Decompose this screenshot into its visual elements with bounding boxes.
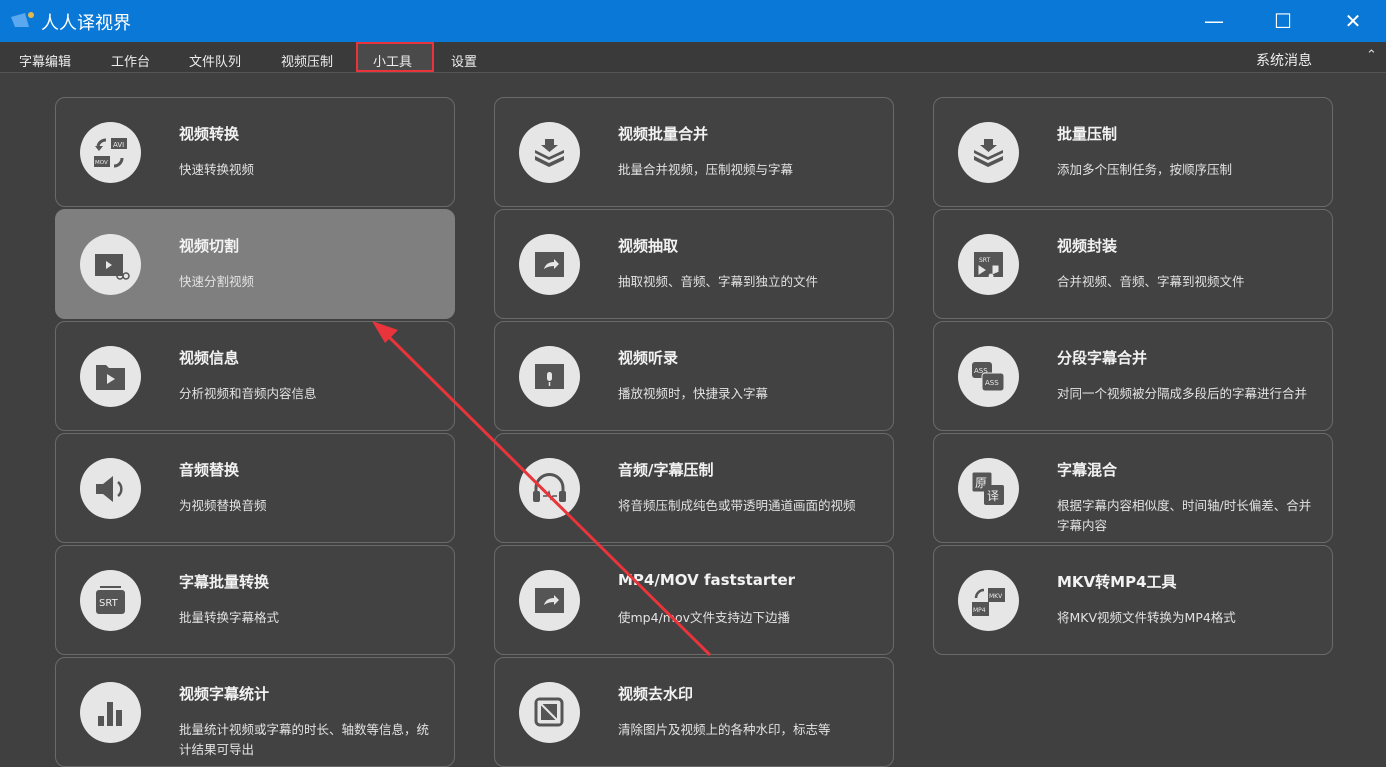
tool-card[interactable]: 视频抽取 抽取视频、音频、字幕到独立的文件 — [494, 209, 894, 319]
tool-description: 为视频替换音频 — [179, 498, 267, 513]
tool-description: 将MKV视频文件转换为MP4格式 — [1057, 610, 1236, 625]
tool-description: 将音频压制成纯色或带透明通道画面的视频 — [618, 498, 856, 513]
translate-icon: 原译 — [958, 458, 1019, 519]
mic-icon — [519, 346, 580, 407]
tool-description: 播放视频时，快捷录入字幕 — [618, 386, 769, 401]
tool-title: 视频听录 — [618, 349, 679, 367]
svg-text:MP4: MP4 — [973, 607, 986, 614]
tool-title: MP4/MOV faststarter — [618, 571, 796, 589]
svg-text:SRT: SRT — [979, 257, 991, 264]
app-logo-icon — [11, 12, 34, 27]
tool-title: 字幕批量转换 — [179, 573, 270, 591]
collapse-icon[interactable]: ⌃ — [1366, 48, 1377, 63]
tool-card[interactable]: 视频听录 播放视频时，快捷录入字幕 — [494, 321, 894, 431]
tab-video-compress[interactable]: 视频压制 — [281, 51, 333, 70]
close-button[interactable]: ✕ — [1338, 8, 1368, 34]
tool-card[interactable]: SRT 视频封装 合并视频、音频、字幕到视频文件 — [933, 209, 1333, 319]
system-messages-button[interactable]: 系统消息 — [1256, 50, 1312, 70]
tool-card[interactable]: 视频信息 分析视频和音频内容信息 — [55, 321, 455, 431]
tool-card[interactable]: 音频/字幕压制 将音频压制成纯色或带透明通道画面的视频 — [494, 433, 894, 543]
tool-card[interactable]: 视频批量合并 批量合并视频，压制视频与字幕 — [494, 97, 894, 207]
tool-card[interactable]: MP4/MOV faststarter 使mp4/mov文件支持边下边播 — [494, 545, 894, 655]
tab-workbench[interactable]: 工作台 — [111, 51, 150, 70]
tool-description: 合并视频、音频、字幕到视频文件 — [1057, 274, 1245, 289]
tool-description: 分析视频和音频内容信息 — [179, 386, 317, 401]
package-icon: SRT — [958, 234, 1019, 295]
watermark-icon — [519, 682, 580, 743]
maximize-button[interactable]: ☐ — [1268, 8, 1298, 34]
tool-title: 分段字幕合并 — [1057, 349, 1148, 367]
tool-description: 添加多个压制任务，按顺序压制 — [1057, 162, 1233, 177]
tool-description: 快速分割视频 — [179, 274, 255, 289]
convert-icon: AVI MOV — [80, 122, 141, 183]
bar-chart-icon — [80, 682, 141, 743]
tool-title: 视频封装 — [1057, 237, 1118, 255]
tool-title: 视频信息 — [179, 349, 240, 367]
video-extract-icon — [519, 570, 580, 631]
tool-card[interactable]: 音频替换 为视频替换音频 — [55, 433, 455, 543]
tool-card[interactable]: 原译 字幕混合 根据字幕内容相似度、时间轴/时长偏差、合并字幕内容 — [933, 433, 1333, 543]
tool-description: 使mp4/mov文件支持边下边播 — [618, 610, 790, 625]
tool-card[interactable]: 视频切割 快速分割视频 — [55, 209, 455, 319]
srt-icon: SRT — [80, 570, 141, 631]
mkv-mp4-icon: MKV MP4 — [958, 570, 1019, 631]
title-bar: 人人译视界 — ☐ ✕ — [0, 0, 1386, 42]
tool-title: 音频/字幕压制 — [618, 461, 714, 479]
svg-text:SRT: SRT — [99, 598, 119, 609]
video-extract-icon — [519, 234, 580, 295]
tool-title: MKV转MP4工具 — [1057, 573, 1177, 591]
video-info-icon — [80, 346, 141, 407]
svg-text:ASS: ASS — [985, 379, 999, 387]
tool-title: 视频切割 — [179, 237, 240, 255]
ass-merge-icon: ASS ASS — [958, 346, 1019, 407]
tool-card[interactable]: 视频去水印 清除图片及视频上的各种水印，标志等 — [494, 657, 894, 767]
tool-card[interactable]: MKV MP4 MKV转MP4工具 将MKV视频文件转换为MP4格式 — [933, 545, 1333, 655]
tool-description: 对同一个视频被分隔成多段后的字幕进行合并 — [1057, 386, 1308, 401]
svg-text:译: 译 — [987, 489, 999, 503]
layers-icon — [958, 122, 1019, 183]
video-cut-icon — [80, 234, 141, 295]
minimize-button[interactable]: — — [1199, 8, 1229, 34]
tool-description: 批量合并视频，压制视频与字幕 — [618, 162, 794, 177]
layers-icon — [519, 122, 580, 183]
menu-bar: 字幕编辑 工作台 文件队列 视频压制 小工具 设置 系统消息 ⌃ — [0, 42, 1386, 73]
svg-text:MKV: MKV — [989, 593, 1003, 600]
headphones-icon — [519, 458, 580, 519]
tool-description: 批量转换字幕格式 — [179, 610, 280, 625]
tool-card[interactable]: ASS ASS 分段字幕合并 对同一个视频被分隔成多段后的字幕进行合并 — [933, 321, 1333, 431]
tool-description: 清除图片及视频上的各种水印，标志等 — [618, 722, 831, 737]
speaker-icon — [80, 458, 141, 519]
tool-title: 视频去水印 — [618, 685, 694, 703]
svg-text:AVI: AVI — [113, 141, 124, 149]
tool-title: 视频转换 — [179, 125, 240, 143]
app-title: 人人译视界 — [41, 13, 131, 34]
tool-card[interactable]: AVI MOV 视频转换 快速转换视频 — [55, 97, 455, 207]
tool-card[interactable]: 批量压制 添加多个压制任务，按顺序压制 — [933, 97, 1333, 207]
svg-text:MOV: MOV — [95, 160, 108, 166]
tool-description: 抽取视频、音频、字幕到独立的文件 — [618, 274, 819, 289]
tool-description: 批量统计视频或字幕的时长、轴数等信息，统计结果可导出 — [179, 722, 430, 757]
tab-subtitle-edit[interactable]: 字幕编辑 — [19, 51, 71, 70]
tool-title: 音频替换 — [179, 461, 240, 479]
tool-title: 字幕混合 — [1057, 461, 1118, 479]
tool-title: 批量压制 — [1057, 125, 1118, 143]
tool-description: 快速转换视频 — [179, 162, 255, 177]
tool-description: 根据字幕内容相似度、时间轴/时长偏差、合并字幕内容 — [1057, 498, 1312, 533]
tool-title: 视频字幕统计 — [179, 685, 270, 703]
tab-settings[interactable]: 设置 — [451, 51, 477, 70]
tool-title: 视频抽取 — [618, 237, 679, 255]
tab-tools[interactable]: 小工具 — [373, 51, 412, 70]
tab-file-queue[interactable]: 文件队列 — [189, 51, 241, 70]
tool-card[interactable]: SRT 字幕批量转换 批量转换字幕格式 — [55, 545, 455, 655]
tool-title: 视频批量合并 — [618, 125, 709, 143]
tool-card[interactable]: 视频字幕统计 批量统计视频或字幕的时长、轴数等信息，统计结果可导出 — [55, 657, 455, 767]
